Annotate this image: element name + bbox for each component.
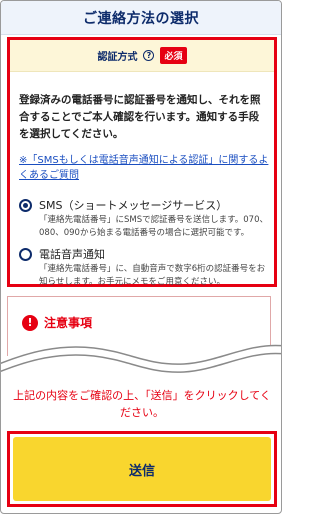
submit-highlight: 送信 (7, 431, 277, 507)
option-sms-label: SMS（ショートメッセージサービス） (39, 199, 228, 212)
auth-description: 登録済みの電話番号に認証番号を通知し、それを照合することでご本人確認を行います。… (19, 94, 261, 140)
screen-frame: ご連絡方法の選択 認証方式 ? 必須 登録済みの電話番号に認証番号を通知し、それ… (0, 0, 282, 514)
confirm-instruction: 上記の内容をご確認の上、「送信」をクリックしてください。 (13, 389, 271, 419)
page-header: ご連絡方法の選択 (1, 1, 281, 35)
page-title: ご連絡方法の選択 (83, 10, 199, 27)
option-voice[interactable]: 電話音声通知 「連絡先電話番号」に、自動音声で数字6桁の認証番号をお知らせします… (19, 246, 269, 287)
auth-method-label: 認証方式 (97, 52, 138, 63)
radio-sms[interactable] (19, 199, 32, 212)
auth-method-section: 認証方式 ? 必須 登録済みの電話番号に認証番号を通知し、それを照合することでご… (7, 37, 277, 287)
faq-link[interactable]: ※「SMSもしくは電話音声通知による認証」に関するよくあるご質問 (19, 153, 269, 183)
submit-button[interactable]: 送信 (13, 437, 271, 501)
auth-method-header: 認証方式 ? 必須 (10, 40, 274, 72)
option-sms-description: 「連絡先電話番号」にSMSで認証番号を送信します。070、080、090から始ま… (39, 215, 269, 238)
option-voice-label: 電話音声通知 (39, 248, 105, 261)
alert-icon: ! (22, 315, 38, 331)
help-icon[interactable]: ? (143, 50, 155, 61)
option-voice-description: 「連絡先電話番号」に、自動音声で数字6桁の認証番号をお知らせします。お手元にメモ… (39, 264, 266, 287)
required-badge: 必須 (160, 47, 187, 64)
option-sms[interactable]: SMS（ショートメッセージサービス） 「連絡先電話番号」にSMSで認証番号を送信… (19, 197, 269, 243)
radio-voice[interactable] (19, 248, 32, 261)
torn-edge-divider (1, 344, 281, 380)
caution-title: 注意事項 (44, 316, 93, 330)
